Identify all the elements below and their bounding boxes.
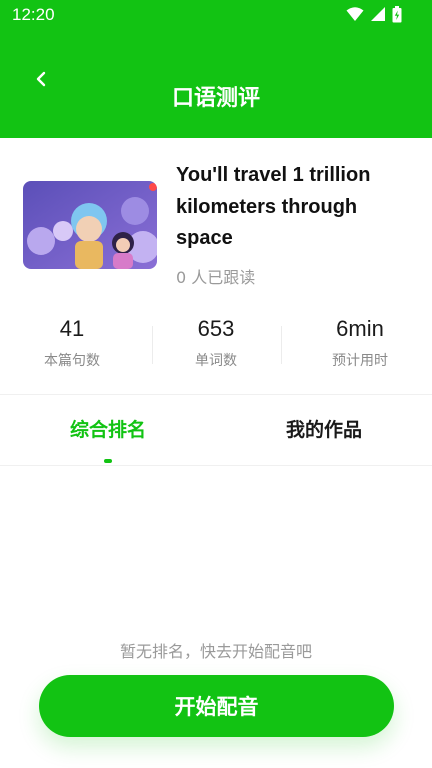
status-bar: 12:20 — [0, 0, 432, 30]
page-title: 口语测评 — [171, 86, 260, 111]
stat-duration: 6min 预计用时 — [288, 316, 432, 376]
stat-divider — [152, 326, 153, 364]
status-icons — [346, 6, 402, 23]
tab-my-works[interactable]: 我的作品 — [286, 415, 362, 442]
stat-value: 6min — [336, 316, 384, 341]
story-thumbnail[interactable] — [23, 181, 157, 269]
follower-count: 0 人已跟读 — [176, 268, 256, 287]
battery-icon — [392, 6, 402, 23]
stat-label: 本篇句数 — [44, 353, 100, 369]
stat-label: 单词数 — [195, 353, 237, 369]
app-header: 12:20 口语测评 — [0, 0, 432, 138]
stat-divider — [281, 326, 282, 364]
tab-ranking[interactable]: 综合排名 — [70, 415, 146, 442]
stat-value: 653 — [197, 316, 235, 341]
cartoon-thumbnail-image — [23, 181, 157, 269]
stat-label: 预计用时 — [332, 353, 388, 369]
stats-row: 41 本篇句数 653 单词数 6min 预计用时 — [0, 316, 432, 376]
tab-bar: 综合排名 我的作品 — [0, 394, 432, 466]
stat-sentences: 41 本篇句数 — [0, 316, 144, 376]
stat-words: 653 单词数 — [144, 316, 288, 376]
wifi-icon — [346, 7, 364, 21]
empty-state-text: 暂无排名，快去开始配音吧 — [119, 642, 312, 661]
status-time: 12:20 — [12, 5, 55, 24]
active-tab-indicator — [104, 459, 112, 463]
start-dubbing-button[interactable]: 开始配音 — [39, 675, 394, 737]
story-title: You'll travel 1 trillion kilometers thro… — [176, 164, 371, 249]
stat-value: 41 — [59, 316, 85, 341]
signal-icon — [371, 7, 385, 21]
